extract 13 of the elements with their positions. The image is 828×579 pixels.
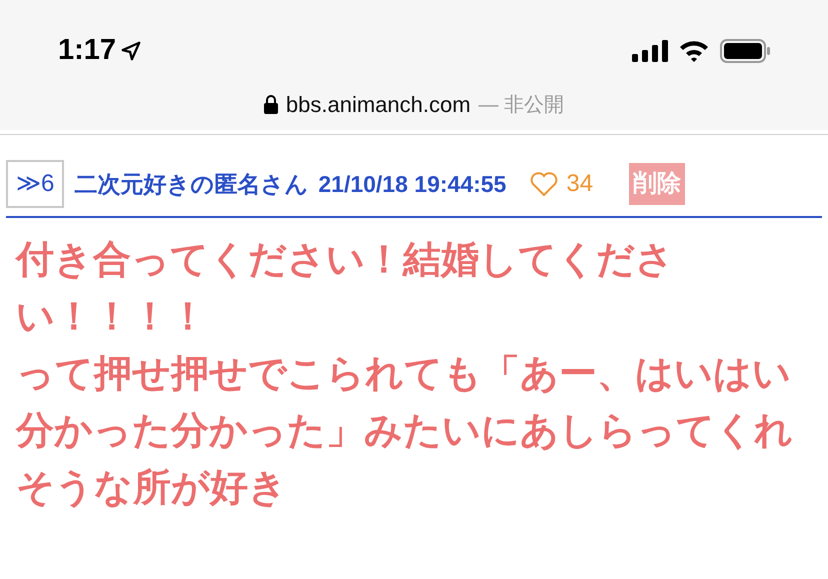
signal-icon xyxy=(632,40,668,62)
post-message: 付き合ってください！結婚してください！！！！ xyxy=(16,238,675,340)
post-timestamp: 21/10/18 19:44:55 xyxy=(318,170,506,199)
wifi-icon xyxy=(678,39,710,63)
clock-time: 1:17 xyxy=(58,33,116,68)
url-domain[interactable]: bbs.animanch.com xyxy=(286,88,471,121)
lock-icon xyxy=(264,95,278,114)
author-name: 二次元好きの匿名さん xyxy=(74,170,308,199)
privacy-label: — 非公開 xyxy=(478,92,564,118)
battery-icon xyxy=(720,39,770,63)
post-number[interactable]: ≫6 xyxy=(6,160,64,208)
post-message: って押せ押せでこられても「あー、はいはい分かった分かった」みたいにあしらってくれそうな所が好き xyxy=(16,352,794,511)
location-arrow-icon xyxy=(120,40,142,62)
